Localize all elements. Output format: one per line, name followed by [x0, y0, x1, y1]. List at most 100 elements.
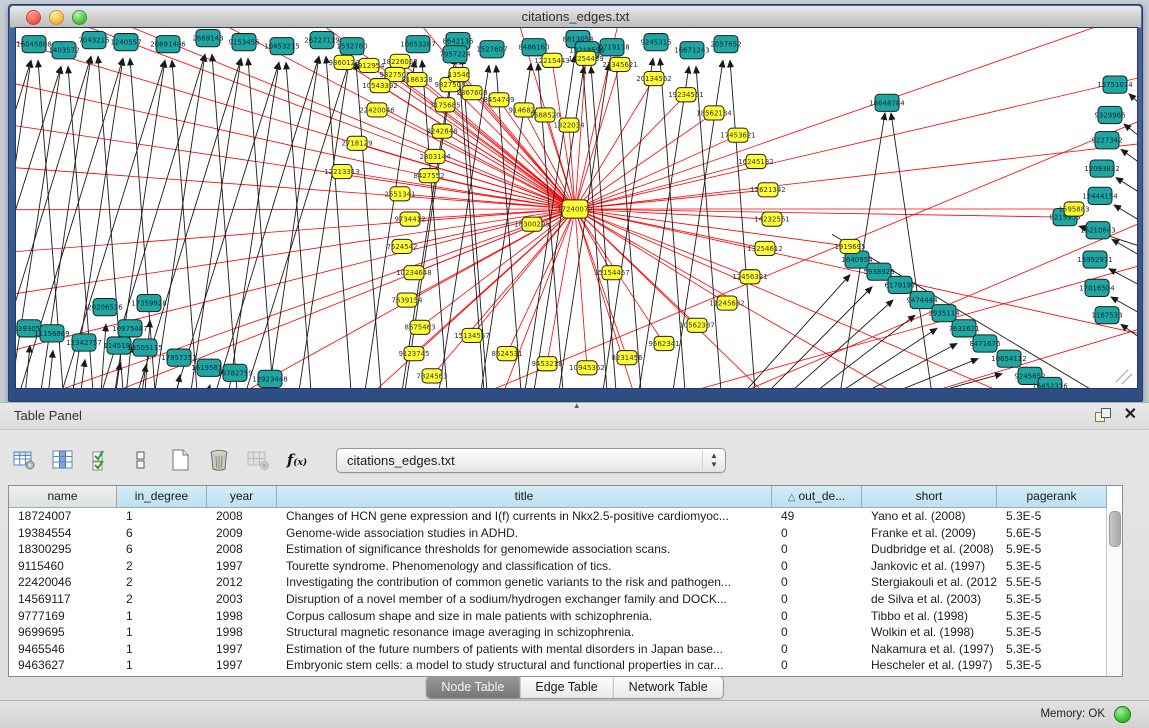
table-body[interactable]: 1872400712008Changes of HCN gene express…: [9, 508, 1107, 676]
cell-out_de[interactable]: 0: [772, 525, 862, 542]
cell-in_degree[interactable]: 1: [117, 657, 207, 674]
table-row[interactable]: 977716911998Corpus callosum shape and si…: [9, 608, 1107, 625]
window-titlebar[interactable]: citations_edges.txt: [10, 6, 1141, 28]
cell-in_degree[interactable]: 1: [117, 624, 207, 641]
table-row[interactable]: 1872400712008Changes of HCN gene express…: [9, 508, 1107, 525]
cell-name[interactable]: 9699695: [9, 624, 117, 641]
float-panel-icon[interactable]: [1095, 408, 1110, 423]
delete-entries-icon[interactable]: [205, 446, 233, 474]
cell-short[interactable]: Hescheler et al. (1997): [862, 657, 997, 674]
cell-out_de[interactable]: 0: [772, 574, 862, 591]
cell-name[interactable]: 9777169: [9, 608, 117, 625]
table-row[interactable]: 911546021997Tourette syndrome. Phenomeno…: [9, 558, 1107, 575]
column-header-title[interactable]: title: [277, 486, 772, 508]
show-columns-icon[interactable]: [49, 446, 77, 474]
cell-title[interactable]: Structural magnetic resonance image aver…: [277, 624, 772, 641]
cell-year[interactable]: 1998: [207, 608, 277, 625]
cell-title[interactable]: Changes of HCN gene expression and I(f) …: [277, 508, 772, 525]
table-row[interactable]: 969969511998Structural magnetic resonanc…: [9, 624, 1107, 641]
tab-edge-table[interactable]: Edge Table: [520, 677, 613, 698]
cell-year[interactable]: 1998: [207, 624, 277, 641]
cell-in_degree[interactable]: 1: [117, 508, 207, 525]
select-rows-icon[interactable]: [88, 446, 116, 474]
cell-pagerank[interactable]: 5.3E-5: [997, 591, 1107, 608]
cell-out_de[interactable]: 0: [772, 608, 862, 625]
tab-node-table[interactable]: Node Table: [426, 677, 520, 698]
column-header-name[interactable]: name: [9, 486, 117, 508]
cell-pagerank[interactable]: 5.3E-5: [997, 508, 1107, 525]
cell-out_de[interactable]: 0: [772, 657, 862, 674]
cell-title[interactable]: Corpus callosum shape and size in male p…: [277, 608, 772, 625]
cell-pagerank[interactable]: 5.3E-5: [997, 657, 1107, 674]
cell-out_de[interactable]: 49: [772, 508, 862, 525]
scrollbar-thumb[interactable]: [1109, 511, 1121, 547]
row-height-icon[interactable]: [127, 446, 155, 474]
cell-out_de[interactable]: 0: [772, 641, 862, 658]
column-header-pagerank[interactable]: pagerank: [997, 486, 1107, 508]
cell-short[interactable]: Jankovic et al. (1997): [862, 558, 997, 575]
cell-out_de[interactable]: 0: [772, 591, 862, 608]
table-row[interactable]: 1830029562008Estimation of significance …: [9, 541, 1107, 558]
new-table-icon[interactable]: [166, 446, 194, 474]
cell-year[interactable]: 1997: [207, 657, 277, 674]
cell-out_de[interactable]: 0: [772, 558, 862, 575]
cell-year[interactable]: 1997: [207, 641, 277, 658]
cell-in_degree[interactable]: 1: [117, 641, 207, 658]
column-header-year[interactable]: year: [207, 486, 277, 508]
cell-out_de[interactable]: 0: [772, 541, 862, 558]
cell-name[interactable]: 18300295: [9, 541, 117, 558]
tab-network-table[interactable]: Network Table: [614, 677, 723, 698]
cell-name[interactable]: 22420046: [9, 574, 117, 591]
cell-in_degree[interactable]: 2: [117, 574, 207, 591]
cell-title[interactable]: Estimation of the future numbers of pati…: [277, 641, 772, 658]
graph-svg[interactable]: 1604580814035727043215124055720691406266…: [16, 28, 1137, 388]
cell-short[interactable]: Wolkin et al. (1998): [862, 624, 997, 641]
cell-year[interactable]: 2008: [207, 508, 277, 525]
table-row[interactable]: 1938455462009Genome-wide association stu…: [9, 525, 1107, 542]
cell-name[interactable]: 9115460: [9, 558, 117, 575]
cell-year[interactable]: 2009: [207, 525, 277, 542]
cell-title[interactable]: Tourette syndrome. Phenomenology and cla…: [277, 558, 772, 575]
cell-pagerank[interactable]: 5.3E-5: [997, 624, 1107, 641]
table-row[interactable]: 1456911722003Disruption of a novel membe…: [9, 591, 1107, 608]
cell-short[interactable]: Dudbridge et al. (2008): [862, 541, 997, 558]
cell-title[interactable]: Embryonic stem cells: a model to study s…: [277, 657, 772, 674]
cell-short[interactable]: Yano et al. (2008): [862, 508, 997, 525]
cell-title[interactable]: Genome-wide association studies in ADHD.: [277, 525, 772, 542]
cell-name[interactable]: 18724007: [9, 508, 117, 525]
cell-pagerank[interactable]: 5.3E-5: [997, 558, 1107, 575]
cell-in_degree[interactable]: 2: [117, 591, 207, 608]
cell-pagerank[interactable]: 5.5E-5: [997, 574, 1107, 591]
cell-name[interactable]: 19384554: [9, 525, 117, 542]
table-row[interactable]: 946554611997Estimation of the future num…: [9, 641, 1107, 658]
cell-year[interactable]: 2003: [207, 591, 277, 608]
cell-short[interactable]: Tibbo et al. (1998): [862, 608, 997, 625]
cell-short[interactable]: Stergiakouli et al. (2012): [862, 574, 997, 591]
column-header-in_degree[interactable]: in_degree: [117, 486, 207, 508]
table-settings-icon[interactable]: [10, 446, 38, 474]
table-select[interactable]: citations_edges.txt ▲▼: [336, 448, 726, 473]
cell-short[interactable]: Franke et al. (2009): [862, 525, 997, 542]
cell-name[interactable]: 14569117: [9, 591, 117, 608]
cell-year[interactable]: 1997: [207, 558, 277, 575]
cell-short[interactable]: Nakamura et al. (1997): [862, 641, 997, 658]
cell-year[interactable]: 2008: [207, 541, 277, 558]
cell-title[interactable]: Estimation of significance thresholds fo…: [277, 541, 772, 558]
close-panel-icon[interactable]: ✕: [1124, 407, 1137, 423]
vertical-scrollbar[interactable]: [1106, 508, 1122, 676]
cell-out_de[interactable]: 0: [772, 624, 862, 641]
table-row[interactable]: 2242004622012Investigating the contribut…: [9, 574, 1107, 591]
cell-in_degree[interactable]: 6: [117, 541, 207, 558]
cell-pagerank[interactable]: 5.3E-5: [997, 608, 1107, 625]
cell-short[interactable]: de Silva et al. (2003): [862, 591, 997, 608]
cell-in_degree[interactable]: 1: [117, 608, 207, 625]
cell-name[interactable]: 9463627: [9, 657, 117, 674]
column-header-short[interactable]: short: [862, 486, 997, 508]
table-row[interactable]: 946362711997Embryonic stem cells: a mode…: [9, 657, 1107, 674]
cell-title[interactable]: Disruption of a novel member of a sodium…: [277, 591, 772, 608]
cell-year[interactable]: 2012: [207, 574, 277, 591]
cell-in_degree[interactable]: 2: [117, 558, 207, 575]
panel-resize-handle[interactable]: ▴: [575, 400, 580, 411]
cell-name[interactable]: 9465546: [9, 641, 117, 658]
column-header-out_de[interactable]: △out_de...: [772, 486, 862, 508]
